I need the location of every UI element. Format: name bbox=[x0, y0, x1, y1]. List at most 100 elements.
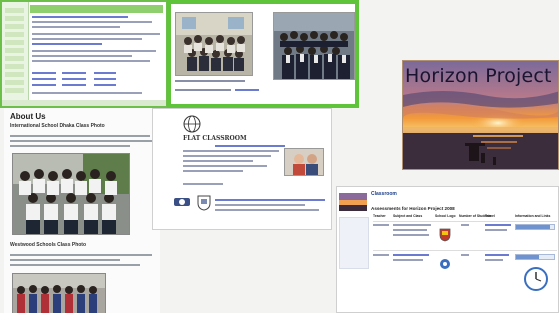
table-cell-link[interactable] bbox=[393, 254, 429, 256]
text-line bbox=[10, 140, 154, 142]
page-tag[interactable]: Classroom bbox=[371, 191, 397, 197]
text-line bbox=[183, 165, 267, 167]
photo-caption bbox=[175, 89, 231, 91]
sunset-thumbnail bbox=[339, 193, 367, 211]
flat-classroom-logo-text: FLAT CLASSROOM bbox=[183, 135, 247, 142]
text-line bbox=[183, 160, 253, 162]
assessment-table: Teacher Subject and Class School Logo Nu… bbox=[373, 214, 557, 294]
text-line bbox=[32, 50, 156, 52]
table-cell-text bbox=[373, 224, 389, 226]
page-title: Assessments for Horizon Project 2008 bbox=[371, 206, 455, 211]
text-line bbox=[10, 135, 150, 137]
website-sidebar bbox=[2, 2, 29, 106]
sidebar-link[interactable] bbox=[5, 72, 24, 77]
website-footer bbox=[2, 100, 166, 106]
caption-link[interactable] bbox=[235, 89, 259, 91]
link-line[interactable] bbox=[32, 72, 56, 74]
table-cell-text bbox=[461, 224, 469, 226]
table-cell-text bbox=[461, 254, 469, 256]
text-line bbox=[10, 145, 130, 147]
sidebar-link[interactable] bbox=[5, 56, 24, 61]
wiki-assessments-page[interactable]: Classroom Assessments for Horizon Projec… bbox=[336, 186, 559, 313]
text-line[interactable] bbox=[32, 16, 128, 18]
sidebar-link[interactable] bbox=[5, 24, 24, 29]
school-crest-icon bbox=[439, 228, 451, 242]
text-line bbox=[10, 259, 120, 261]
text-line bbox=[32, 60, 150, 62]
table-cell-text bbox=[393, 224, 431, 226]
column-header: School Logo bbox=[435, 214, 456, 218]
text-line bbox=[183, 170, 243, 172]
column-header: Subject and Class bbox=[393, 214, 423, 218]
sidebar-link[interactable] bbox=[5, 80, 24, 85]
class-photo bbox=[12, 153, 130, 235]
sidebar-link[interactable] bbox=[5, 64, 24, 69]
sidebar-link[interactable] bbox=[5, 16, 24, 21]
flat-classroom-page[interactable]: FLAT CLASSROOM bbox=[152, 108, 332, 230]
sidebar-link[interactable] bbox=[5, 32, 24, 37]
sidebar-link[interactable] bbox=[5, 88, 24, 93]
class-photo bbox=[12, 273, 106, 313]
progress-bar bbox=[515, 224, 555, 230]
sidebar-link[interactable] bbox=[5, 8, 24, 13]
link-line[interactable] bbox=[94, 72, 116, 74]
link-line[interactable] bbox=[62, 84, 86, 86]
text-line bbox=[32, 26, 120, 28]
photo-heading: Westwood Schools Class Photo bbox=[10, 242, 87, 248]
progress-bar-fill bbox=[516, 255, 539, 259]
progress-bar bbox=[515, 254, 555, 260]
text-line[interactable] bbox=[215, 199, 325, 201]
link-line[interactable] bbox=[62, 72, 86, 74]
text-line bbox=[10, 264, 140, 266]
text-line bbox=[10, 254, 152, 256]
website-header-bar bbox=[30, 5, 163, 13]
text-line bbox=[183, 150, 279, 152]
page-title: About Us bbox=[10, 112, 46, 121]
travel-link[interactable] bbox=[485, 254, 509, 256]
text-line bbox=[183, 155, 271, 157]
sidebar-link[interactable] bbox=[5, 40, 24, 45]
travel-link[interactable] bbox=[485, 224, 511, 226]
green-website-screenshot[interactable] bbox=[0, 0, 168, 108]
banner-title: Horizon Project bbox=[405, 65, 552, 87]
column-header: Travel bbox=[485, 214, 495, 218]
link-line[interactable] bbox=[94, 84, 116, 86]
photo-heading: International School Dhaka Class Photo bbox=[10, 123, 105, 129]
text-line bbox=[215, 204, 305, 206]
clock-icon bbox=[524, 267, 548, 291]
about-us-page[interactable]: About Us International School Dhaka Clas… bbox=[4, 108, 160, 313]
school-logo-icon bbox=[440, 259, 450, 269]
students-photo bbox=[273, 12, 355, 80]
link-line[interactable] bbox=[62, 78, 86, 80]
text-line bbox=[32, 55, 132, 57]
class-photos-page[interactable] bbox=[167, 0, 359, 108]
students-photo bbox=[175, 12, 253, 76]
link-line[interactable] bbox=[32, 84, 56, 86]
photo-caption bbox=[175, 80, 245, 82]
text-line bbox=[32, 33, 160, 35]
column-header: Information and Links bbox=[515, 214, 551, 218]
text-line bbox=[32, 38, 142, 40]
link-line[interactable] bbox=[94, 78, 116, 80]
text-line bbox=[32, 21, 152, 23]
table-cell-text bbox=[485, 259, 503, 261]
project-logo-icon bbox=[174, 198, 190, 206]
text-line[interactable] bbox=[215, 145, 285, 147]
sidebar-link[interactable] bbox=[5, 48, 24, 53]
column-header: Teacher bbox=[373, 214, 386, 218]
text-line bbox=[215, 209, 319, 211]
progress-bar-fill bbox=[516, 225, 551, 229]
school-crest-icon bbox=[197, 195, 211, 211]
wiki-sidebar bbox=[339, 217, 369, 269]
table-cell-text bbox=[393, 259, 423, 261]
link-line[interactable] bbox=[32, 78, 56, 80]
globe-logo-icon bbox=[183, 115, 201, 133]
table-rule bbox=[373, 250, 557, 251]
table-cell-text bbox=[485, 229, 507, 231]
horizon-project-banner: Horizon Project bbox=[402, 60, 559, 170]
table-cell-text bbox=[373, 254, 389, 256]
text-line bbox=[183, 183, 223, 185]
teacher-photo bbox=[284, 148, 324, 176]
text-line bbox=[32, 92, 142, 94]
text-line[interactable] bbox=[32, 43, 102, 45]
